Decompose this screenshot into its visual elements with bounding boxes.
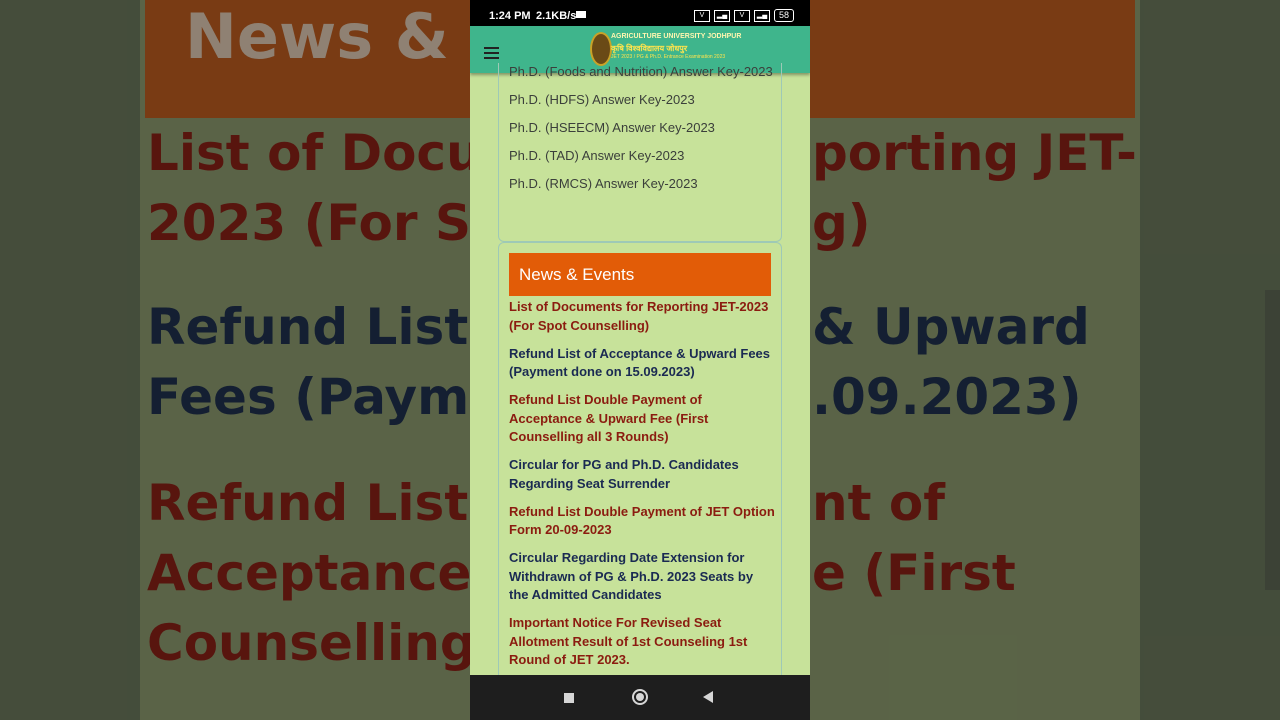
news-events-header: News & Events [509, 253, 771, 296]
answer-key-link[interactable]: Ph.D. (RMCS) Answer Key-2023 [509, 175, 774, 193]
news-link[interactable]: Refund List Double Payment of JET Option… [509, 503, 775, 540]
answer-key-panel: Ph.D. (Foods and Nutrition) Answer Key-2… [498, 63, 782, 242]
news-events-panel: News & Events List of Documents for Repo… [498, 242, 782, 683]
answer-key-link[interactable]: Ph.D. (HSEECM) Answer Key-2023 [509, 119, 774, 137]
hamburger-menu-icon[interactable] [484, 47, 499, 59]
news-list: List of Documents for Reporting JET-2023… [509, 298, 775, 679]
answer-key-link[interactable]: Ph.D. (Foods and Nutrition) Answer Key-2… [509, 63, 774, 81]
recents-button-icon[interactable] [564, 693, 574, 703]
news-link[interactable]: List of Documents for Reporting JET-2023… [509, 298, 775, 335]
logo-tagline: JET 2023 / PG & Ph.D. Entrance Examinati… [611, 54, 726, 60]
volte-icon: V [733, 9, 750, 22]
news-link[interactable]: Refund List of Acceptance & Upward Fees … [509, 345, 775, 382]
news-events-title: News & Events [519, 265, 635, 284]
status-time: 1:24 PM [489, 10, 531, 22]
status-icons: V ▂▄ V ▂▄ 58 [693, 9, 794, 22]
news-link[interactable]: Circular Regarding Date Extension for Wi… [509, 549, 775, 605]
logo-subtitle: कृषि विश्वविद्यालय जोधपुर [611, 44, 688, 53]
news-link[interactable]: Circular for PG and Ph.D. Candidates Reg… [509, 456, 775, 493]
answer-key-link[interactable]: Ph.D. (HDFS) Answer Key-2023 [509, 91, 774, 109]
page-content: Ph.D. (Foods and Nutrition) Answer Key-2… [498, 63, 782, 683]
status-data-rate: 2.1KB/s [536, 10, 577, 22]
news-link[interactable]: Refund List Double Payment of Acceptance… [509, 391, 775, 447]
volte-icon: V [693, 9, 710, 22]
home-button-icon[interactable] [632, 689, 648, 705]
phone-screen: 1:24 PM 2.1KB/s V ▂▄ V ▂▄ 58 AGRICULTURE… [470, 0, 810, 720]
university-logo[interactable] [590, 32, 612, 66]
signal-icon: ▂▄ [753, 9, 770, 22]
video-record-icon [576, 11, 586, 18]
signal-icon: ▂▄ [713, 9, 730, 22]
background-scrollbar [1265, 290, 1280, 590]
answer-key-link[interactable]: Ph.D. (TAD) Answer Key-2023 [509, 147, 774, 165]
logo-title: AGRICULTURE UNIVERSITY JODHPUR [611, 33, 742, 40]
android-nav-bar [470, 675, 810, 720]
news-link[interactable]: Important Notice For Revised Seat Allotm… [509, 614, 775, 670]
back-button-icon[interactable] [703, 691, 713, 703]
battery-icon: 58 [773, 9, 794, 22]
answer-key-list: Ph.D. (Foods and Nutrition) Answer Key-2… [509, 63, 774, 203]
